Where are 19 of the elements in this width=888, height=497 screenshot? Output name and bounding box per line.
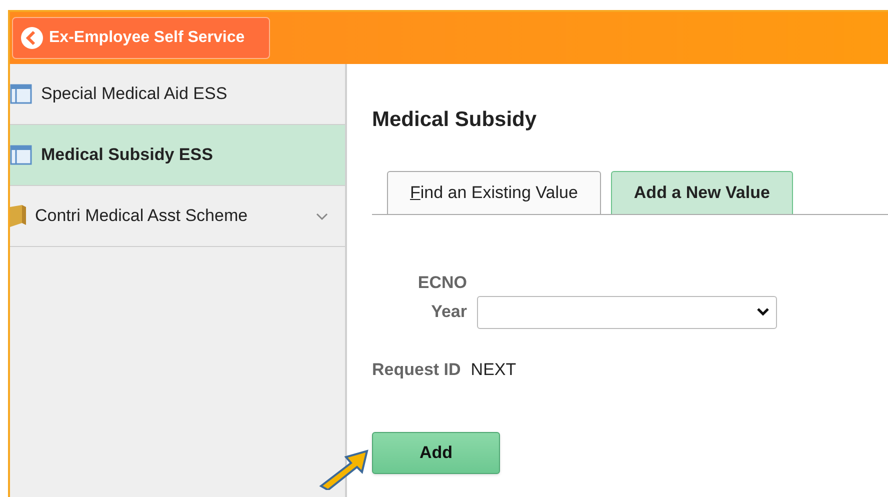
chevron-icon[interactable] <box>315 211 329 221</box>
year-dropdown[interactable] <box>477 296 777 328</box>
request-id-value: NEXT <box>470 358 516 380</box>
folder-icon <box>10 205 26 227</box>
page-icon <box>10 84 32 104</box>
ecno-label: ECNO <box>416 272 467 294</box>
add-button[interactable]: Add <box>372 432 500 474</box>
chevron-icon <box>756 307 770 317</box>
item-label: Medical Subsidy ESS <box>41 144 213 166</box>
page-title: Medical Subsidy <box>372 107 538 133</box>
page-icon <box>10 145 32 165</box>
tab[interactable]: Find an Existing Value <box>387 170 601 214</box>
item-label: Special Medical Aid ESS <box>41 83 228 106</box>
request-id-label: Request ID <box>372 358 461 380</box>
year-label: Year <box>430 301 467 324</box>
sidebar-item[interactable]: Medical Subsidy ESS <box>10 125 345 186</box>
item-label: Contri Medical Asst Scheme <box>35 205 248 228</box>
back-icon <box>21 27 43 49</box>
tab[interactable]: Add a New Value <box>610 170 793 214</box>
